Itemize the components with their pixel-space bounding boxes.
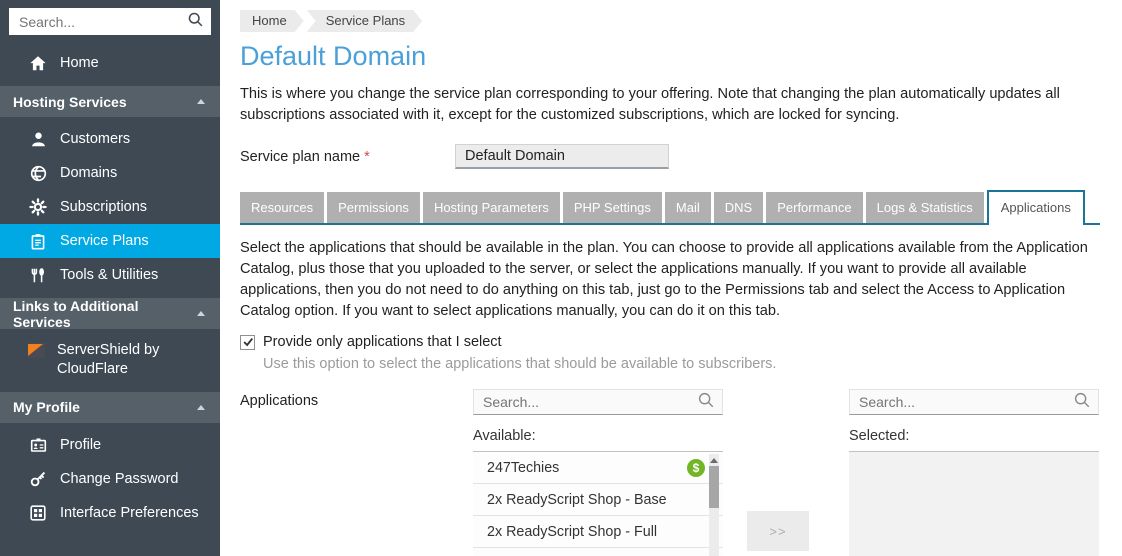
move-buttons-column: >> [723,389,849,556]
checkbox-hint: Use this option to select the applicatio… [263,356,1100,372]
person-icon [28,131,48,148]
sidebar-section-hosting-services[interactable]: Hosting Services [0,86,220,117]
sidebar-item-label: Interface Preferences [60,505,199,521]
servershield-icon [28,343,45,358]
tab-description: Select the applications that should be a… [240,238,1100,321]
service-plan-name-row: Service plan name * [240,144,1100,169]
tab-dns[interactable]: DNS [714,192,763,223]
key-icon [28,470,48,487]
selected-search-input[interactable] [859,394,1073,410]
breadcrumb-service-plans[interactable]: Service Plans [307,10,422,32]
move-right-button[interactable]: >> [747,511,809,551]
selected-list-label: Selected: [849,428,1099,444]
app-window: Home Hosting Services Customers Domains … [0,0,1122,556]
clipboard-icon [28,233,48,250]
list-item[interactable]: 2x ReadyScript Shop - Full [473,516,723,548]
available-list-label: Available: [473,428,723,444]
applications-field-label: Applications [240,389,473,556]
scrollbar-thumb[interactable] [709,466,719,508]
page-description: This is where you change the service pla… [240,84,1100,125]
sidebar-item-label: Subscriptions [60,199,147,215]
selected-column: Selected: [849,389,1099,556]
list-item[interactable]: 2x ReadyScript Shop - Base [473,484,723,516]
sidebar-item-interface-preferences[interactable]: Interface Preferences [0,496,220,530]
tab-permissions[interactable]: Permissions [327,192,420,223]
scroll-up-icon[interactable] [710,458,718,463]
sidebar-item-label: Domains [60,165,117,181]
chevron-up-icon [197,405,205,410]
search-icon [1073,391,1091,414]
sidebar-item-change-password[interactable]: Change Password [0,462,220,496]
tab-logs-statistics[interactable]: Logs & Statistics [866,192,984,223]
globe-icon [28,165,48,182]
sidebar-item-subscriptions[interactable]: Subscriptions [0,190,220,224]
chevron-up-icon [197,99,205,104]
section-title: Links to Additional Services [13,298,197,330]
sidebar-section-links-additional-services[interactable]: Links to Additional Services [0,298,220,329]
sidebar-item-label: Tools & Utilities [60,267,158,283]
required-asterisk: * [364,149,370,165]
section-title: My Profile [13,399,80,415]
tab-resources[interactable]: Resources [240,192,324,223]
sidebar-item-domains[interactable]: Domains [0,156,220,190]
list-item[interactable]: 247Techies $ [473,452,723,484]
sidebar-item-home[interactable]: Home [0,46,220,80]
paid-icon: $ [687,459,705,477]
sidebar-item-label: Customers [60,131,130,147]
section-title: Hosting Services [13,94,127,110]
checkmark-icon [242,336,254,348]
selected-list[interactable] [849,451,1099,556]
sidebar-item-label: Profile [60,437,101,453]
provide-only-apps-checkbox[interactable] [240,335,255,350]
available-column: Available: 247Techies $ 2x ReadyScript S… [473,389,723,556]
sidebar: Home Hosting Services Customers Domains … [0,0,220,556]
sidebar-search-input[interactable] [19,14,187,30]
chevron-up-icon [197,311,205,316]
breadcrumb: Home Service Plans [240,10,1100,32]
service-plan-name-input[interactable] [455,144,669,169]
sidebar-item-tools-utilities[interactable]: Tools & Utilities [0,258,220,292]
available-list-scrollbar[interactable] [709,454,719,556]
grid-icon [28,505,48,521]
sidebar-item-customers[interactable]: Customers [0,122,220,156]
breadcrumb-home[interactable]: Home [240,10,304,32]
sidebar-item-label: Home [60,55,99,71]
page-title: Default Domain [240,41,1100,72]
list-item[interactable]: 2x ReadyScript Shop - Middle [473,548,723,556]
home-icon [28,55,48,72]
sidebar-item-label: Service Plans [60,233,149,249]
available-search[interactable] [473,389,723,415]
available-list: 247Techies $ 2x ReadyScript Shop - Base … [473,451,723,556]
id-card-icon [28,437,48,453]
tab-performance[interactable]: Performance [766,192,862,223]
tab-mail[interactable]: Mail [665,192,711,223]
applications-picker: Applications Available: 247Techies $ [240,389,1100,556]
provide-only-apps-row: Provide only applications that I select [240,334,1100,350]
sidebar-search[interactable] [9,8,211,35]
utensils-icon [28,267,48,284]
sidebar-item-label: ServerShield by CloudFlare [57,341,206,379]
gear-icon [28,198,48,216]
sidebar-item-profile[interactable]: Profile [0,428,220,462]
tab-php-settings[interactable]: PHP Settings [563,192,662,223]
available-search-input[interactable] [483,394,697,410]
tab-hosting-parameters[interactable]: Hosting Parameters [423,192,560,223]
sidebar-item-service-plans[interactable]: Service Plans [0,224,220,258]
sidebar-section-my-profile[interactable]: My Profile [0,392,220,423]
service-plan-name-label: Service plan name * [240,149,455,165]
search-icon [697,391,715,414]
sidebar-item-label: Change Password [60,471,179,487]
main-content: Home Service Plans Default Domain This i… [220,0,1122,556]
selected-search[interactable] [849,389,1099,415]
tab-applications[interactable]: Applications [987,190,1085,225]
tab-bar: Resources Permissions Hosting Parameters… [240,190,1100,225]
search-icon [187,11,204,33]
sidebar-item-servershield[interactable]: ServerShield by CloudFlare [0,334,220,386]
provide-only-apps-label: Provide only applications that I select [263,334,502,350]
